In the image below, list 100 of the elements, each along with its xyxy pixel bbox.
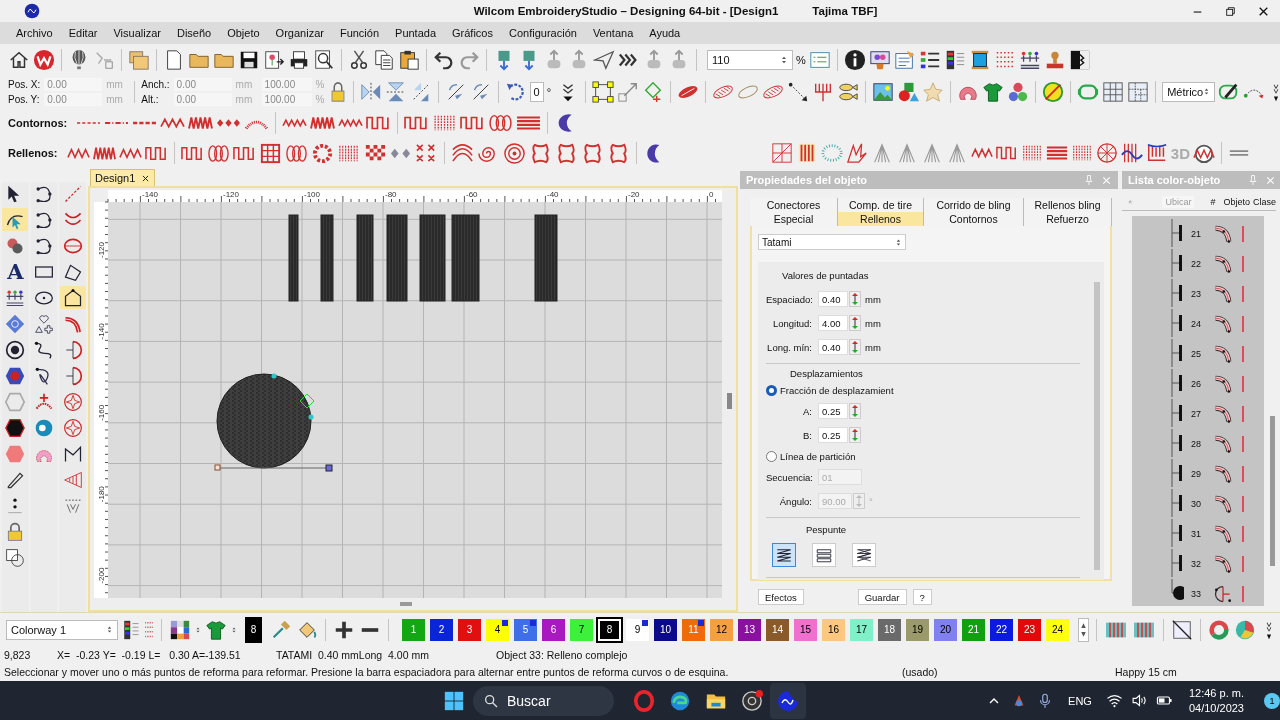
color-swatch[interactable]: 15 (794, 618, 817, 641)
colorway-dropdown[interactable]: Colorway 1 (6, 619, 118, 640)
ruler-label: -80 (385, 190, 397, 199)
cursor-coordinates: X= -0.23 Y= -0.19 L= 0.30 A=-139.51 (57, 648, 242, 661)
ruler-label: -140 (142, 190, 158, 199)
ruler-label: -60 (466, 190, 478, 199)
search-field[interactable]: Buscar (473, 685, 615, 716)
color-swatch[interactable]: 2 (430, 618, 453, 641)
stitch-info: TATAMI 0.40 mmLong 4.00 mm (276, 648, 430, 661)
color-swatch[interactable]: 6 (542, 618, 565, 641)
number-field[interactable]: 4.00 (818, 315, 848, 331)
object-info: Object 33: Relleno complejo (496, 648, 628, 661)
menu-item[interactable]: Ventana (584, 24, 642, 42)
unit-label: mm (106, 93, 124, 105)
color-swatch[interactable]: 7 (570, 618, 593, 641)
size-field[interactable]: 0.00 (173, 92, 232, 106)
lettering-tool[interactable]: A (2, 260, 29, 283)
unit-label: % (315, 93, 326, 105)
fill-type-dropdown[interactable]: Tatami (758, 234, 906, 250)
document-tab[interactable]: Design1 (90, 169, 156, 186)
menu-item[interactable]: Archivo (8, 24, 61, 42)
ruler-label: -160 (97, 404, 106, 421)
menu-item[interactable]: Configuración (501, 24, 585, 42)
field-label: Pos. Y: (8, 93, 41, 105)
menu-item[interactable]: Objeto (219, 24, 268, 42)
radio-label: Fracción de desplazamient (780, 384, 894, 396)
menu-item[interactable]: Función (331, 24, 388, 42)
menu-item[interactable]: Editar (60, 24, 106, 42)
color-swatch[interactable]: 8 (598, 618, 621, 641)
color-swatch[interactable]: 20 (934, 618, 957, 641)
column-header: Clase (1253, 196, 1276, 207)
hoop-status: Happy 15 cm (1115, 665, 1177, 678)
object-number: 26 (1190, 378, 1202, 389)
ruler-label: 0 (709, 190, 714, 199)
number-field[interactable]: 0.40 (818, 291, 848, 307)
color-swatch[interactable]: 14 (766, 618, 789, 641)
color-swatch[interactable]: 4 (486, 618, 509, 641)
field-label: Ángulo: (778, 495, 813, 507)
object-number: 33 (1190, 588, 1202, 599)
save-button[interactable]: Guardar (857, 589, 907, 605)
menu-item[interactable]: Visualizar (105, 24, 169, 42)
object-number: 23 (1190, 288, 1202, 299)
color-swatch[interactable]: 16 (822, 618, 845, 641)
position-field[interactable]: 0.00 (44, 92, 103, 106)
unit-label: ° (869, 495, 873, 507)
number-field[interactable]: 0.25 (818, 427, 848, 443)
stitch-count: 9,823 (4, 648, 32, 661)
menu-item[interactable]: Diseño (168, 24, 220, 42)
color-swatch[interactable]: 23 (1018, 618, 1041, 641)
help-button[interactable]: ? (912, 589, 932, 605)
color-swatch[interactable]: 9 (626, 618, 649, 641)
color-swatch[interactable]: 18 (878, 618, 901, 641)
effects-button[interactable]: Efectos (758, 589, 804, 605)
menu-item[interactable]: Ayuda (641, 24, 689, 42)
object-number: 31 (1190, 528, 1202, 539)
zoom-field[interactable]: 110 (707, 49, 793, 70)
unit-label: % (796, 53, 806, 66)
number-field[interactable]: 0.25 (818, 403, 848, 419)
color-swatch[interactable]: 10 (654, 618, 677, 641)
current-color[interactable]: 8 (244, 616, 262, 643)
position-field[interactable]: 0.00 (44, 77, 103, 91)
properties-tab[interactable]: Rellenos (838, 212, 924, 226)
color-swatch[interactable]: 13 (738, 618, 761, 641)
menu-item[interactable]: Puntada (387, 24, 445, 42)
field-label: Longitud: (771, 317, 813, 329)
ruler-label: -100 (304, 190, 320, 199)
field-label: Anch.: (141, 78, 170, 90)
language-indicator[interactable]: ENG (1068, 694, 1092, 707)
menu-item[interactable]: Organizar (267, 24, 332, 42)
ruler-label: -40 (547, 190, 559, 199)
menu-item[interactable]: Gráficos (444, 24, 501, 42)
number-field[interactable]: 0.40 (818, 339, 848, 355)
color-swatch[interactable]: 12 (710, 618, 733, 641)
usage-status: (usado) (902, 665, 939, 678)
object-number: 28 (1190, 438, 1202, 449)
field-label: Alt.: (141, 93, 160, 105)
window-title: Wilcom EmbroideryStudio – Designing 64-bit - [Design1 (473, 5, 779, 17)
units-dropdown[interactable]: Métrico (1162, 81, 1216, 102)
color-swatch[interactable]: 19 (906, 618, 929, 641)
rotation-field[interactable]: 0 (529, 81, 544, 102)
color-swatch[interactable]: 17 (850, 618, 873, 641)
color-swatch[interactable]: 24 (1046, 618, 1069, 641)
color-swatch[interactable]: 22 (990, 618, 1013, 641)
scale-field[interactable]: 100.00 (261, 92, 312, 106)
ruler-label: -20 (628, 190, 640, 199)
unit-label: mm (235, 93, 254, 105)
object-number: 21 (1190, 228, 1202, 239)
field-label: Espaciado: (766, 293, 814, 305)
color-swatch[interactable]: 3 (458, 618, 481, 641)
toolbar-label: Contornos: (8, 117, 68, 129)
scale-field[interactable]: 100.00 (261, 77, 312, 91)
size-field[interactable]: 0.00 (173, 77, 232, 91)
object-number: 24 (1190, 318, 1202, 329)
machine-format: Tajima TBF] (812, 5, 878, 17)
notification-badge[interactable]: 1 (1264, 692, 1280, 709)
clock[interactable]: 12:46 p. m. 04/10/2023 (1188, 685, 1244, 716)
color-swatch[interactable]: 5 (514, 618, 537, 641)
ruler-label: -140 (97, 323, 106, 340)
group-title: Valores de puntadas (781, 270, 870, 281)
ruler-label: -120 (97, 242, 106, 258)
